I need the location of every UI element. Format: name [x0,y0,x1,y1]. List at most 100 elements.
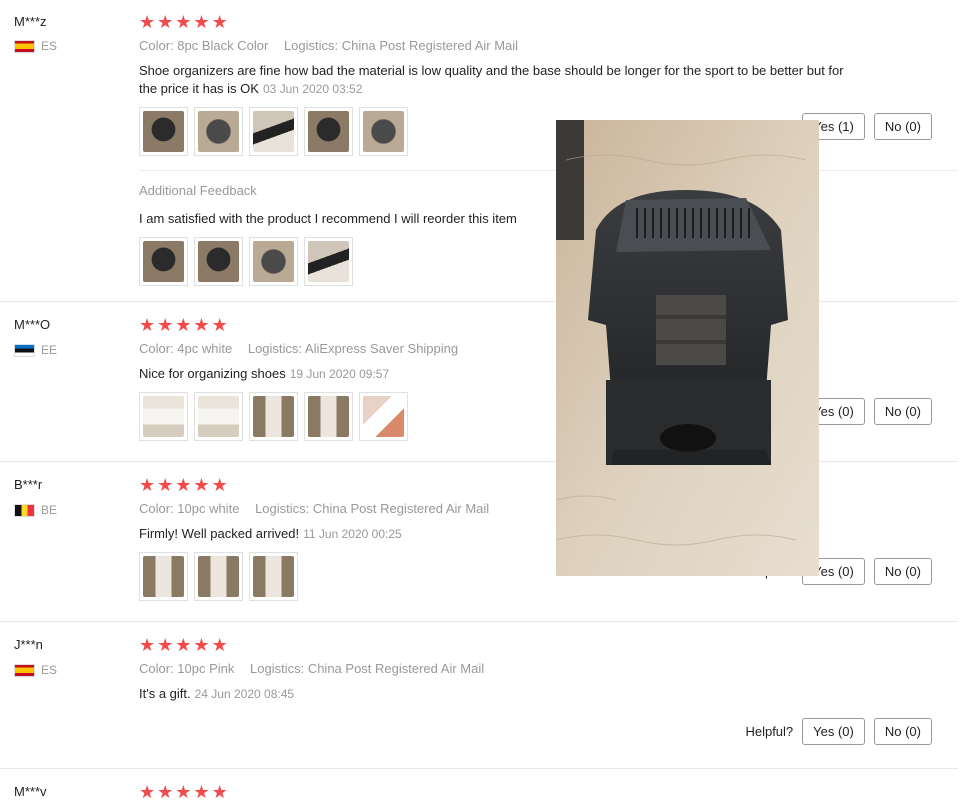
flag-ee-icon [14,343,35,357]
star-icon: ★ [175,12,192,32]
review-photo-thumbnail[interactable] [249,107,298,156]
order-info: Color: 4pc white Logistics: AliExpress S… [139,341,458,356]
star-rating: ★ ★ ★ ★ ★ [139,316,228,334]
review-photo-thumbnail[interactable] [249,392,298,441]
logistics-info: Logistics: China Post Registered Air Mai… [283,38,519,53]
color-option: Color: 10pc Pink [139,661,235,676]
review-photos [139,392,408,441]
star-icon: ★ [139,782,156,802]
additional-feedback-label: Additional Feedback [139,183,257,198]
star-icon: ★ [211,12,228,32]
reviewer-country: BE [14,503,57,517]
color-option: Color: 4pc white [139,341,233,356]
review-photo-thumbnail[interactable] [139,392,188,441]
star-icon: ★ [157,12,174,32]
review-photo-thumbnail[interactable] [194,392,243,441]
star-icon: ★ [211,475,228,495]
star-rating: ★ ★ ★ ★ ★ [139,783,228,801]
helpful-no-button[interactable]: No (0) [873,558,932,585]
review-photo-thumbnail[interactable] [139,552,188,601]
helpful-yes-button[interactable]: Yes (0) [802,718,865,745]
star-icon: ★ [193,782,210,802]
helpful-no-button[interactable]: No (0) [873,113,932,140]
shoe-organizer-photo [556,120,819,576]
star-icon: ★ [175,782,192,802]
review-photo-thumbnail[interactable] [249,552,298,601]
review-date: 11 Jun 2020 00:25 [303,527,402,541]
flag-es-icon [14,663,35,677]
review-photo-thumbnail[interactable] [194,237,243,286]
star-icon: ★ [211,635,228,655]
reviewer-name: M***v [14,784,47,799]
star-icon: ★ [139,635,156,655]
country-code: ES [41,663,58,677]
review-photo-thumbnail[interactable] [139,237,188,286]
review-photo-thumbnail[interactable] [194,552,243,601]
logistics-info: Logistics: China Post Registered Air Mai… [250,661,485,676]
star-icon: ★ [139,12,156,32]
star-icon: ★ [193,475,210,495]
star-icon: ★ [157,475,174,495]
helpful-vote: Helpful? Yes (0) No (0) [745,718,932,745]
reviewer-name: J***n [14,637,43,652]
review-item: J***n ES ★ ★ ★ ★ ★ Color: 10pc Pink Logi… [0,622,958,769]
helpful-vote: Yes (0) No (0) [802,398,932,425]
star-icon: ★ [193,315,210,335]
star-icon: ★ [157,635,174,655]
review-text: It's a gift. 24 Jun 2020 08:45 [139,685,859,703]
star-icon: ★ [157,782,174,802]
flag-es-icon [14,39,35,53]
review-photo-thumbnail[interactable] [249,237,298,286]
star-icon: ★ [211,782,228,802]
review-photo-thumbnail[interactable] [194,107,243,156]
review-photo-thumbnail[interactable] [304,237,353,286]
order-info: Color: 10pc white Logistics: China Post … [139,501,489,516]
order-info: Color: 10pc Pink Logistics: China Post R… [139,661,484,676]
star-icon: ★ [211,315,228,335]
review-date: 24 Jun 2020 08:45 [194,687,295,701]
star-icon: ★ [175,315,192,335]
review-body: Shoe organizers are fine how bad the mat… [139,63,844,96]
review-photo-thumbnail[interactable] [359,107,408,156]
color-option: Color: 10pc white [139,501,240,516]
reviewer-country: EE [14,343,57,357]
review-body: Nice for organizing shoes [139,366,286,381]
review-date: 03 Jun 2020 03:52 [262,82,363,96]
logistics-info: Logistics: China Post Registered Air Mai… [255,501,490,516]
divider [139,170,958,171]
review-photos [139,552,298,601]
star-rating: ★ ★ ★ ★ ★ [139,13,228,31]
reviewer-country: ES [14,663,57,677]
photo-preview-popup[interactable] [556,120,819,576]
review-text: Shoe organizers are fine how bad the mat… [139,62,859,98]
reviewer-name: M***O [14,317,51,332]
star-icon: ★ [139,475,156,495]
helpful-label: Helpful? [745,724,794,739]
star-icon: ★ [175,635,192,655]
review-photo-thumbnail[interactable] [304,392,353,441]
review-date: 19 Jun 2020 09:57 [289,367,390,381]
review-photo-thumbnail[interactable] [304,107,353,156]
star-icon: ★ [193,12,210,32]
order-info: Color: 8pc Black Color Logistics: China … [139,38,518,53]
country-code: BE [41,503,58,517]
helpful-vote: Yes (1) No (0) [802,113,932,140]
review-body: It's a gift. [139,686,191,701]
review-item: M***v ★ ★ ★ ★ ★ [0,769,958,805]
country-code: ES [41,39,58,53]
star-icon: ★ [139,315,156,335]
logistics-info: Logistics: AliExpress Saver Shipping [247,341,459,356]
review-photo-thumbnail[interactable] [139,107,188,156]
star-rating: ★ ★ ★ ★ ★ [139,476,228,494]
helpful-no-button[interactable]: No (0) [873,718,932,745]
review-photo-thumbnail[interactable] [359,392,408,441]
helpful-no-button[interactable]: No (0) [873,398,932,425]
color-option: Color: 8pc Black Color [139,38,269,53]
star-icon: ★ [157,315,174,335]
star-rating: ★ ★ ★ ★ ★ [139,636,228,654]
country-code: EE [41,343,58,357]
reviewer-country: ES [14,39,57,53]
star-icon: ★ [193,635,210,655]
review-body: Firmly! Well packed arrived! [139,526,300,541]
review-photos [139,107,408,156]
